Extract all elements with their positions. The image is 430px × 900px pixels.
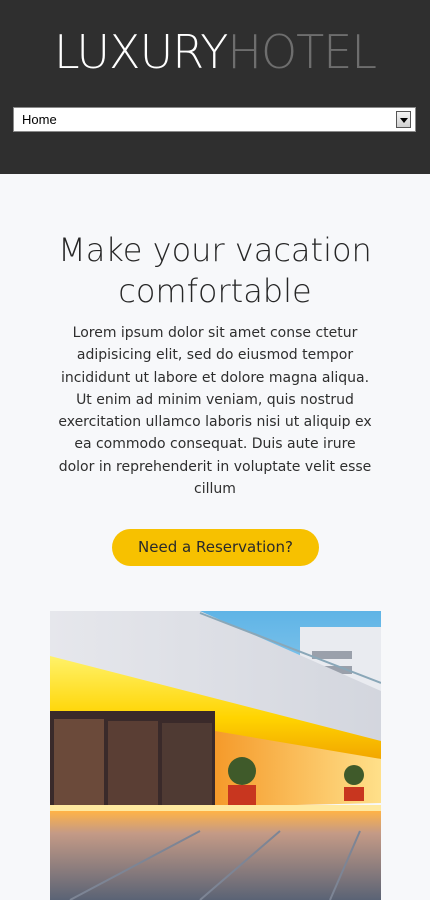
hero-title: Make your vacation comfortable bbox=[58, 231, 372, 310]
logo-word-hotel: HOTEL bbox=[227, 25, 377, 79]
chevron-down-icon[interactable] bbox=[396, 111, 411, 128]
hotel-photo bbox=[50, 611, 381, 900]
navigation-select[interactable]: Home bbox=[13, 107, 416, 132]
navigation-select-value: Home bbox=[22, 112, 57, 127]
site-header: LUXURYHOTEL Home bbox=[0, 0, 430, 174]
reservation-button[interactable]: Need a Reservation? bbox=[112, 529, 319, 566]
hero-description: Lorem ipsum dolor sit amet conse ctetur … bbox=[58, 325, 372, 498]
logo-word-luxury: LUXURY bbox=[54, 25, 228, 79]
site-logo[interactable]: LUXURYHOTEL bbox=[0, 26, 430, 78]
